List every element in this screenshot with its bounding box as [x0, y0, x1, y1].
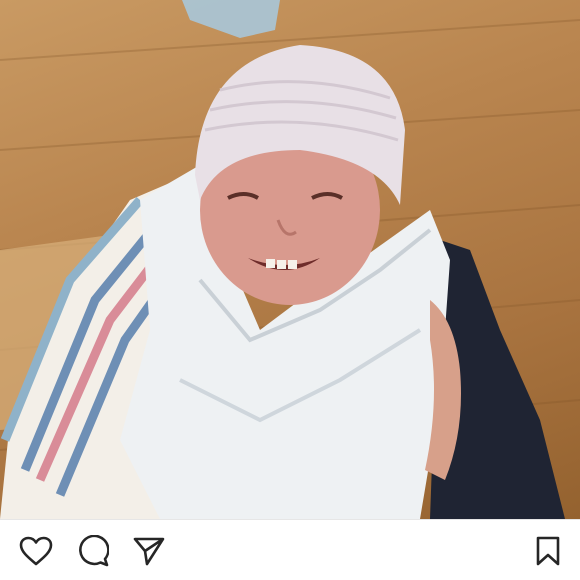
bookmark-icon	[536, 536, 560, 566]
instagram-post	[0, 0, 580, 580]
post-action-bar	[0, 520, 580, 580]
post-photo[interactable]	[0, 0, 580, 519]
like-button[interactable]	[18, 533, 54, 569]
heart-icon	[19, 536, 53, 566]
comment-button[interactable]	[75, 533, 111, 569]
share-button[interactable]	[131, 533, 167, 569]
paper-plane-icon	[133, 537, 165, 566]
comment-bubble-icon	[79, 535, 109, 567]
baby-photo-illustration	[0, 0, 580, 519]
save-button[interactable]	[530, 533, 566, 569]
